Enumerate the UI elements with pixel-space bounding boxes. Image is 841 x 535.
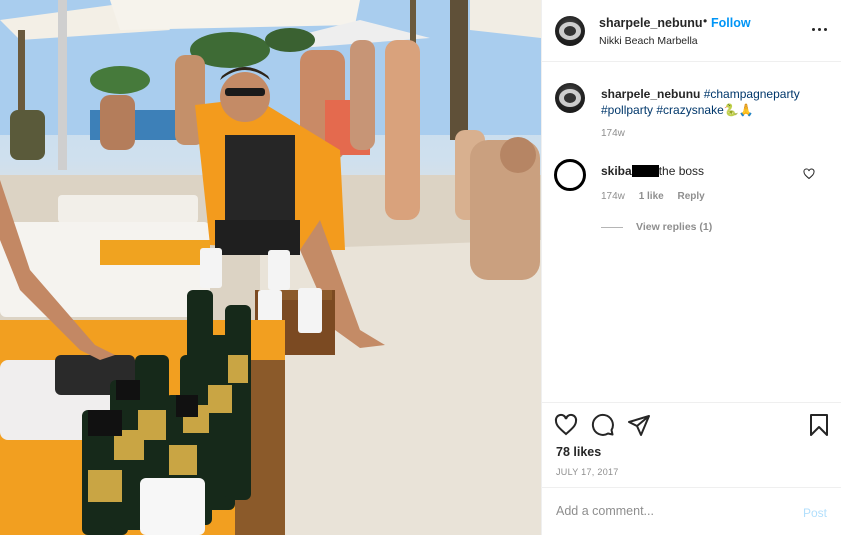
author-avatar[interactable] [555,16,585,46]
likes-count[interactable]: 78 likes [556,445,601,459]
bookmark-icon[interactable] [807,413,831,437]
post-photo[interactable] [0,0,541,535]
post-date[interactable]: JULY 17, 2017 [556,467,619,477]
redaction-box [631,165,659,177]
post-comment-button[interactable]: Post [803,506,827,520]
reply-button[interactable]: Reply [678,191,705,202]
praying-hands-emoji: 🙏 [738,103,754,117]
comment-text: the boss [658,164,705,178]
add-comment-input[interactable] [556,504,776,518]
comment-like-heart-icon[interactable] [803,168,815,180]
view-replies-button[interactable]: View replies (1) [601,221,712,233]
caption-timestamp[interactable]: 174w [601,128,625,139]
comment: skiba the boss [601,164,704,178]
commenter-avatar[interactable] [554,159,586,191]
comment-likes-count[interactable]: 1 like [639,191,664,202]
follow-button[interactable]: Follow [711,16,751,30]
post-details-panel: sharpele_nebunu • Follow Nikki Beach Mar… [541,0,841,535]
hashtag-champagneparty[interactable]: #champagneparty [704,87,800,101]
comment-timestamp[interactable]: 174w [601,191,625,202]
hashtag-crazysnake[interactable]: #crazysnake [656,103,723,117]
share-icon[interactable] [627,413,651,437]
author-username[interactable]: sharpele_nebunu [599,16,703,30]
add-comment-bar: Post [542,487,841,535]
follow-separator: • [703,14,708,28]
post-header: sharpele_nebunu • Follow Nikki Beach Mar… [542,0,841,62]
snake-emoji: 🐍 [723,103,739,117]
post-caption: sharpele_nebunu #champagneparty #pollpar… [601,86,831,118]
post-actions: 78 likes JULY 17, 2017 [542,402,841,488]
hashtag-pollparty[interactable]: #pollparty [601,103,653,117]
caption-author-avatar[interactable] [555,83,585,113]
comment-meta: 174w 1 like Reply [601,191,716,202]
comment-icon[interactable] [591,413,615,437]
caption-username[interactable]: sharpele_nebunu [601,87,700,101]
comment-username[interactable]: skiba [601,164,632,178]
beach-party-image [0,0,541,535]
post-location[interactable]: Nikki Beach Marbella [599,35,698,47]
more-options-icon[interactable] [811,22,831,36]
heart-icon[interactable] [554,413,578,437]
